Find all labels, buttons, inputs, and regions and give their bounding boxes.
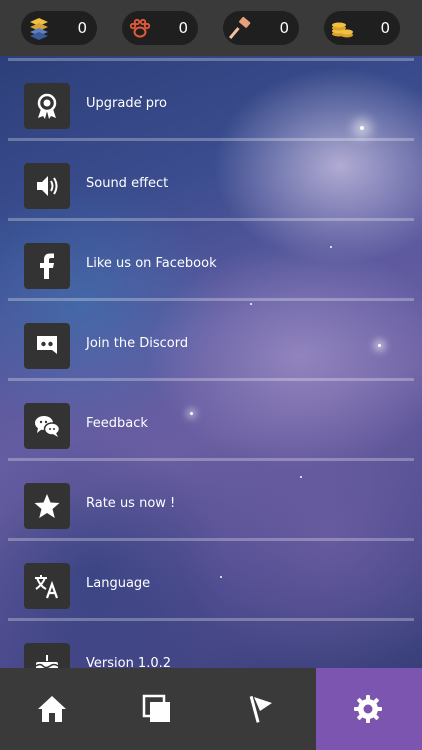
tab-cards[interactable] — [105, 668, 210, 750]
settings-item-label: Version 1.0.2 — [86, 656, 172, 668]
version-button — [24, 643, 70, 668]
cards-icon — [142, 694, 170, 722]
gear-icon — [354, 695, 382, 723]
settings-item-label: Feedback — [86, 416, 148, 431]
discord-icon — [37, 336, 57, 354]
resource-coins-value: 0 — [380, 19, 390, 37]
settings-list: Upgrade pro Sound effect Like us on Face… — [0, 56, 422, 668]
paw-icon — [129, 18, 151, 38]
resource-bar: 0 0 0 0 — [0, 0, 422, 56]
hammer-icon — [229, 16, 251, 40]
facebook-button[interactable] — [24, 243, 70, 289]
settings-item-feedback[interactable]: Feedback — [8, 378, 414, 456]
medal-icon — [37, 93, 57, 119]
resource-hammer-value: 0 — [279, 19, 289, 37]
tab-flag[interactable] — [210, 668, 315, 750]
settings-item-discord[interactable]: Join the Discord — [8, 298, 414, 376]
layers-icon — [30, 18, 48, 40]
resource-layers-value: 0 — [77, 19, 87, 37]
settings-item-label: Like us on Facebook — [86, 256, 217, 271]
upgrade-pro-button[interactable] — [24, 83, 70, 129]
feedback-button[interactable] — [24, 403, 70, 449]
settings-item-label: Language — [86, 576, 151, 591]
translate-icon — [35, 575, 59, 599]
star-icon — [34, 494, 60, 518]
settings-item-language[interactable]: Language — [8, 538, 414, 616]
language-button[interactable] — [24, 563, 70, 609]
settings-item-version: Version 1.0.2 — [8, 618, 414, 668]
chat-icon — [35, 416, 61, 437]
settings-item-label: Sound effect — [86, 176, 169, 191]
sound-effect-button[interactable] — [24, 163, 70, 209]
bottom-nav — [0, 668, 422, 750]
settings-item-sound-effect[interactable]: Sound effect — [8, 138, 414, 216]
home-icon — [38, 696, 66, 722]
coins-icon — [332, 22, 353, 38]
settings-item-label: Join the Discord — [86, 336, 189, 351]
flag-icon — [249, 695, 272, 723]
resource-paw-value: 0 — [178, 19, 188, 37]
settings-item-label: Rate us now ! — [86, 496, 176, 511]
resource-paw: 0 — [122, 11, 198, 45]
rate-us-button[interactable] — [24, 483, 70, 529]
resource-coins: 0 — [324, 11, 400, 45]
settings-item-facebook[interactable]: Like us on Facebook — [8, 218, 414, 296]
cake-icon — [35, 655, 59, 668]
discord-button[interactable] — [24, 323, 70, 369]
settings-item-label: Upgrade pro — [86, 96, 167, 111]
settings-item-rate-us[interactable]: Rate us now ! — [8, 458, 414, 536]
resource-layers: 0 — [21, 11, 97, 45]
facebook-icon — [40, 253, 54, 279]
settings-item-upgrade-pro[interactable]: Upgrade pro — [8, 58, 414, 136]
tab-settings[interactable] — [316, 668, 422, 750]
speaker-icon — [37, 176, 58, 196]
resource-hammer: 0 — [223, 11, 299, 45]
tab-home[interactable] — [0, 668, 105, 750]
